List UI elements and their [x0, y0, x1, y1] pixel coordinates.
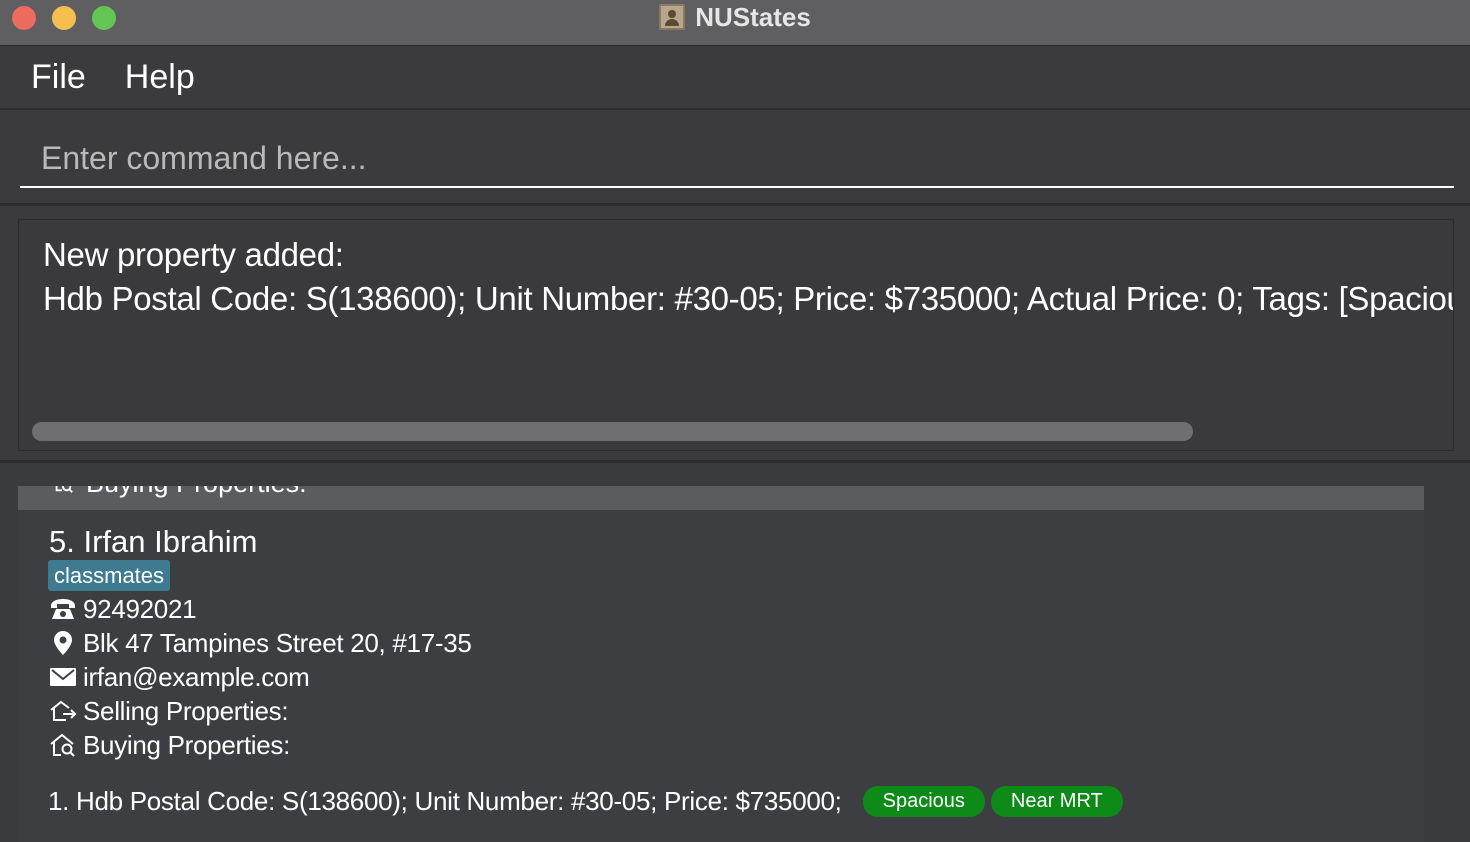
person-name: 5. Irfan Ibrahim [49, 524, 258, 559]
house-search-icon [55, 486, 73, 493]
menu-file[interactable]: File [31, 58, 86, 97]
phone-icon [48, 594, 78, 624]
address: Blk 47 Tampines Street 20, #17-35 [83, 627, 472, 658]
buying-property-text: 1. Hdb Postal Code: S(138600); Unit Numb… [48, 785, 842, 816]
result-display[interactable]: New property added: Hdb Postal Code: S(1… [18, 219, 1454, 451]
property-tag: Spacious [862, 785, 985, 817]
email-row: irfan@example.com [48, 662, 310, 692]
phone-number: 92492021 [83, 593, 197, 624]
email: irfan@example.com [83, 661, 310, 692]
house-search-icon [48, 730, 78, 760]
command-input[interactable] [20, 130, 1454, 188]
selling-label: Selling Properties: [83, 695, 289, 726]
title-bar: NUStates [0, 0, 1470, 46]
menu-bar: File Help [0, 47, 1470, 110]
selling-row: Selling Properties: [48, 695, 289, 726]
menu-help[interactable]: Help [125, 58, 195, 97]
envelope-icon [48, 662, 78, 692]
command-area [0, 112, 1470, 206]
person-card[interactable]: 5. Irfan Ibrahim classmates 92492021 Blk… [18, 510, 1424, 842]
app-icon [659, 4, 686, 30]
person-tag: classmates [48, 560, 171, 591]
previous-buying-label: Buying Properties: [86, 486, 307, 499]
result-line-1: New property added: [43, 236, 344, 273]
window-title-group: NUStates [0, 0, 1470, 34]
window-title: NUStates [695, 1, 811, 32]
previous-person-card[interactable]: Buying Properties: [18, 486, 1424, 510]
result-line-2: Hdb Postal Code: S(138600); Unit Number:… [43, 280, 1453, 317]
person-list[interactable]: Buying Properties: 5. Irfan Ibrahim clas… [0, 466, 1470, 842]
phone-row: 92492021 [48, 593, 197, 624]
result-display-area: New property added: Hdb Postal Code: S(1… [0, 209, 1470, 463]
buying-row: Buying Properties: [48, 730, 290, 760]
buying-property-item: 1. Hdb Postal Code: S(138600); Unit Numb… [48, 784, 1123, 818]
horizontal-scrollbar[interactable] [32, 422, 1193, 441]
address-row: Blk 47 Tampines Street 20, #17-35 [48, 628, 472, 658]
buying-label: Buying Properties: [83, 729, 291, 760]
location-pin-icon [48, 628, 78, 658]
property-tag: Near MRT [990, 785, 1123, 817]
house-arrow-icon [48, 696, 78, 726]
